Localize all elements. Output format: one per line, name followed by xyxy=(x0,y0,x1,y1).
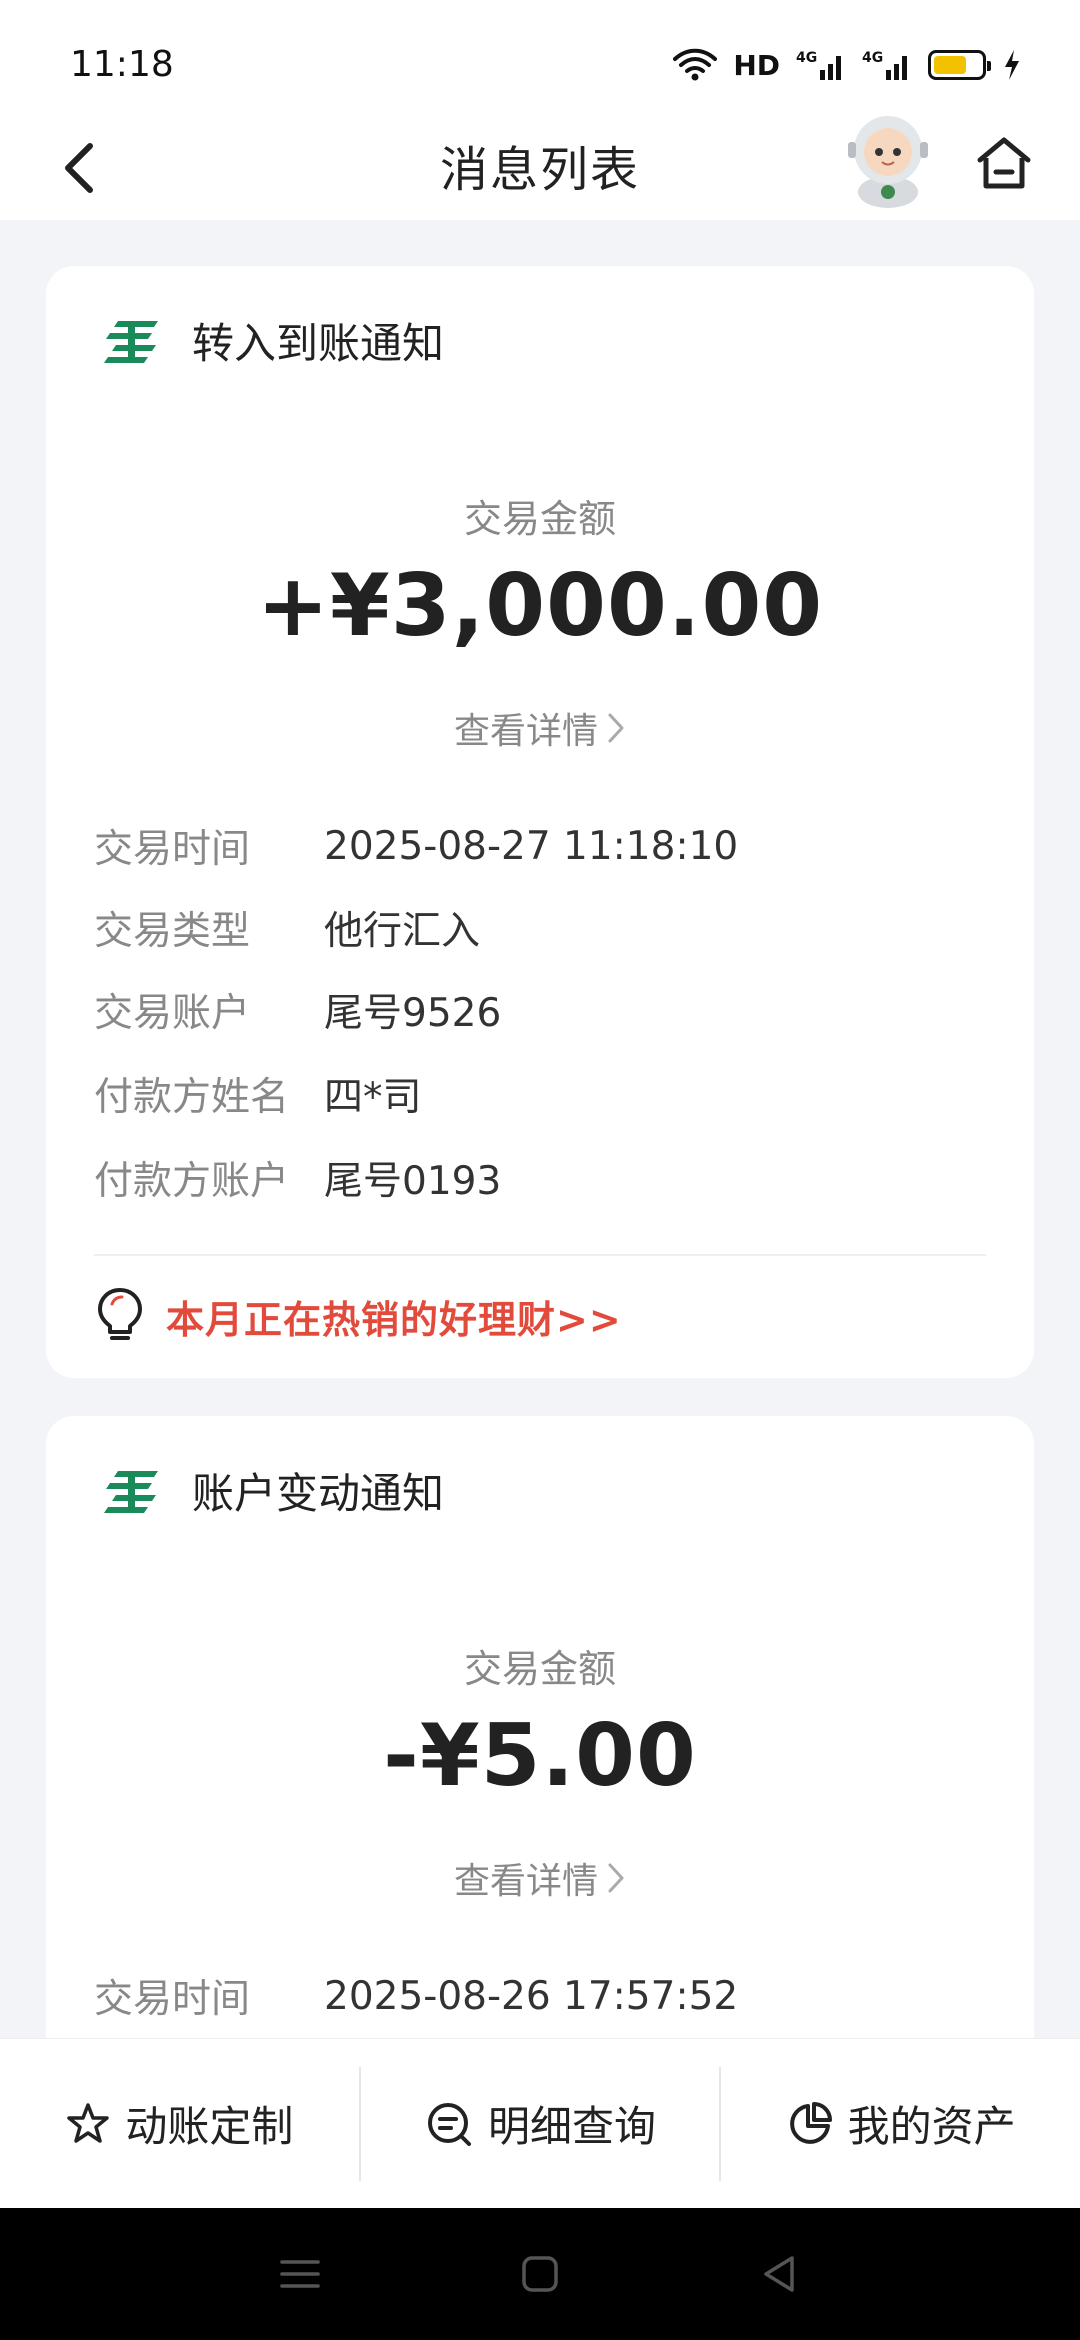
postal-bank-logo-icon xyxy=(104,320,158,363)
home-square-icon[interactable] xyxy=(518,2252,562,2296)
info-label: 交易账户 xyxy=(94,991,251,1036)
amount-value: -¥5.00 xyxy=(383,1706,697,1806)
status-time: 11:18 xyxy=(70,43,174,85)
divider xyxy=(94,1254,986,1256)
postal-bank-logo-icon xyxy=(104,1470,158,1513)
tab-label: 明细查询 xyxy=(488,2102,657,2151)
view-details-label: 查看详情 xyxy=(453,711,598,752)
tab-my-assets[interactable]: 我的资产 xyxy=(721,2039,1080,2208)
info-label: 交易类型 xyxy=(94,909,251,954)
svg-text:4G: 4G xyxy=(862,50,883,66)
menu-icon[interactable] xyxy=(278,2254,322,2294)
card-title: 转入到账通知 xyxy=(192,319,445,368)
view-details-link[interactable]: 查看详情 xyxy=(46,1852,1034,1904)
tab-detail-query[interactable]: 明细查询 xyxy=(361,2039,720,2208)
tab-account-alert-custom[interactable]: 动账定制 xyxy=(0,2039,359,2208)
info-value: 他行汇入 xyxy=(324,909,481,954)
info-value: 2025-08-26 17:57:52 xyxy=(324,1973,739,2019)
info-row: 交易时间 2025-08-26 17:57:52 xyxy=(94,1968,738,2024)
info-row: 付款方姓名 四*司 xyxy=(94,1066,422,1122)
info-value: 尾号0193 xyxy=(324,1159,502,1204)
promo-banner[interactable]: 本月正在热销的好理财>> xyxy=(94,1286,622,1346)
amount-label: 交易金额 xyxy=(463,497,616,541)
chevron-right-icon xyxy=(608,1863,624,1893)
charging-icon xyxy=(1005,50,1019,80)
info-row: 交易账户 尾号9526 xyxy=(94,982,501,1038)
tab-label: 动账定制 xyxy=(125,2102,294,2151)
back-button[interactable] xyxy=(40,128,120,208)
home-button[interactable] xyxy=(964,124,1044,204)
info-label: 交易时间 xyxy=(94,1977,251,2022)
signal-icon: 4G xyxy=(796,50,841,80)
bottom-tab-bar: 动账定制 明细查询 我的资产 xyxy=(0,2038,1080,2208)
info-label: 付款方姓名 xyxy=(94,1075,290,1120)
assistant-robot-icon[interactable] xyxy=(838,110,938,210)
info-value: 尾号9526 xyxy=(324,991,502,1036)
message-card[interactable]: 账户变动通知 交易金额 -¥5.00 查看详情 交易时间 2025-08-26 … xyxy=(46,1416,1034,2038)
amount-value: +¥3,000.00 xyxy=(256,556,824,656)
info-row: 付款方账户 尾号0193 xyxy=(94,1150,501,1206)
back-triangle-icon[interactable] xyxy=(758,2252,802,2296)
pie-chart-icon xyxy=(789,2101,832,2144)
message-card[interactable]: 转入到账通知 交易金额 +¥3,000.00 查看详情 交易时间 2025-08… xyxy=(46,266,1034,1378)
info-label: 交易时间 xyxy=(94,827,251,872)
battery-icon xyxy=(928,50,991,80)
status-icons: HD 4G 4G xyxy=(673,48,1022,82)
view-details-label: 查看详情 xyxy=(453,1861,598,1902)
search-list-icon xyxy=(428,2102,471,2146)
chevron-right-icon xyxy=(608,713,624,743)
card-header: 账户变动通知 xyxy=(102,1460,444,1521)
info-label: 付款方账户 xyxy=(94,1159,290,1204)
page-title: 消息列表 xyxy=(439,142,640,198)
wifi-icon xyxy=(673,48,718,81)
star-icon xyxy=(67,2102,110,2143)
tab-label: 我的资产 xyxy=(847,2102,1016,2151)
amount-label: 交易金额 xyxy=(463,1647,616,1691)
info-value: 四*司 xyxy=(324,1075,422,1120)
lightbulb-icon xyxy=(98,1288,142,1340)
card-header: 转入到账通知 xyxy=(102,310,444,371)
signal-icon-2: 4G xyxy=(862,50,907,80)
view-details-link[interactable]: 查看详情 xyxy=(46,702,1034,754)
card-title: 账户变动通知 xyxy=(192,1469,445,1518)
promo-text: 本月正在热销的好理财>> xyxy=(166,1297,622,1342)
hd-badge: HD xyxy=(733,48,780,82)
app-root: 11:18 HD 4G 4G 消息列表 转入到账通知 交易金额 +¥3,000.… xyxy=(0,0,1080,2340)
chevron-left-icon xyxy=(65,143,93,193)
home-icon xyxy=(977,137,1031,189)
system-navigation-bar xyxy=(0,2208,1080,2340)
info-value: 2025-08-27 11:18:10 xyxy=(324,823,739,869)
info-row: 交易时间 2025-08-27 11:18:10 xyxy=(94,818,738,874)
info-row: 交易类型 他行汇入 xyxy=(94,900,480,956)
header: 消息列表 xyxy=(0,110,1080,220)
svg-text:4G: 4G xyxy=(796,50,817,66)
message-list[interactable]: 转入到账通知 交易金额 +¥3,000.00 查看详情 交易时间 2025-08… xyxy=(0,220,1080,2038)
